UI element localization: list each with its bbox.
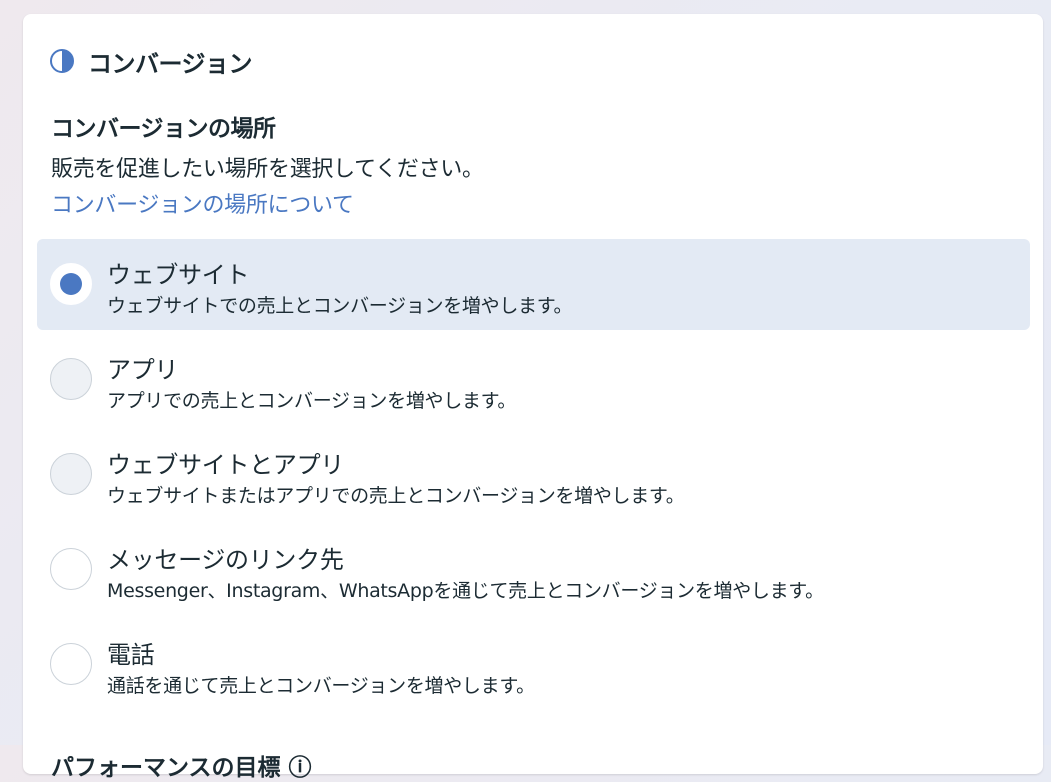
section-title: コンバージョンの場所 [51,116,276,142]
conversion-location-options: ウェブサイト ウェブサイトでの売上とコンバージョンを増やします。 アプリ アプリ… [37,239,1030,714]
radio-messaging-destinations[interactable] [50,548,92,590]
option-description: アプリでの売上とコンバージョンを増やします。 [107,390,517,412]
section-description: 販売を促進したい場所を選択してください。 [51,157,484,182]
card-header: コンバージョン [50,44,253,78]
option-description: ウェブサイトまたはアプリでの売上とコンバージョンを増やします。 [107,485,685,507]
option-description: 通話を通じて売上とコンバージョンを増やします。 [107,675,535,697]
option-title: アプリ [107,356,179,384]
option-messaging-destinations[interactable]: メッセージのリンク先 Messenger、Instagram、WhatsAppを… [37,524,1030,615]
option-app[interactable]: アプリ アプリでの売上とコンバージョンを増やします。 [37,334,1030,425]
conversion-location-help-link[interactable]: コンバージョンの場所について [51,187,354,219]
option-description: Messenger、Instagram、WhatsAppを通じて売上とコンバージ… [107,580,824,602]
option-title: メッセージのリンク先 [107,546,344,574]
option-description: ウェブサイトでの売上とコンバージョンを増やします。 [107,295,573,317]
radio-website-and-app[interactable] [50,453,92,495]
conversion-card: コンバージョン コンバージョンの場所 販売を促進したい場所を選択してください。 … [23,14,1043,781]
option-calls[interactable]: 電話 通話を通じて売上とコンバージョンを増やします。 [37,619,1030,710]
option-title: ウェブサイトとアプリ [107,451,344,479]
radio-calls[interactable] [50,643,92,685]
card-title: コンバージョン [88,49,253,78]
halfcircle-icon [50,49,74,73]
option-title: 電話 [107,641,155,669]
radio-app[interactable] [50,358,92,400]
performance-goal-title: パフォーマンスの目標 ⓘ [51,755,312,781]
radio-website[interactable] [50,263,92,305]
option-website[interactable]: ウェブサイト ウェブサイトでの売上とコンバージョンを増やします。 [37,239,1030,330]
option-title: ウェブサイト [107,261,250,289]
option-website-and-app[interactable]: ウェブサイトとアプリ ウェブサイトまたはアプリでの売上とコンバージョンを増やしま… [37,429,1030,520]
